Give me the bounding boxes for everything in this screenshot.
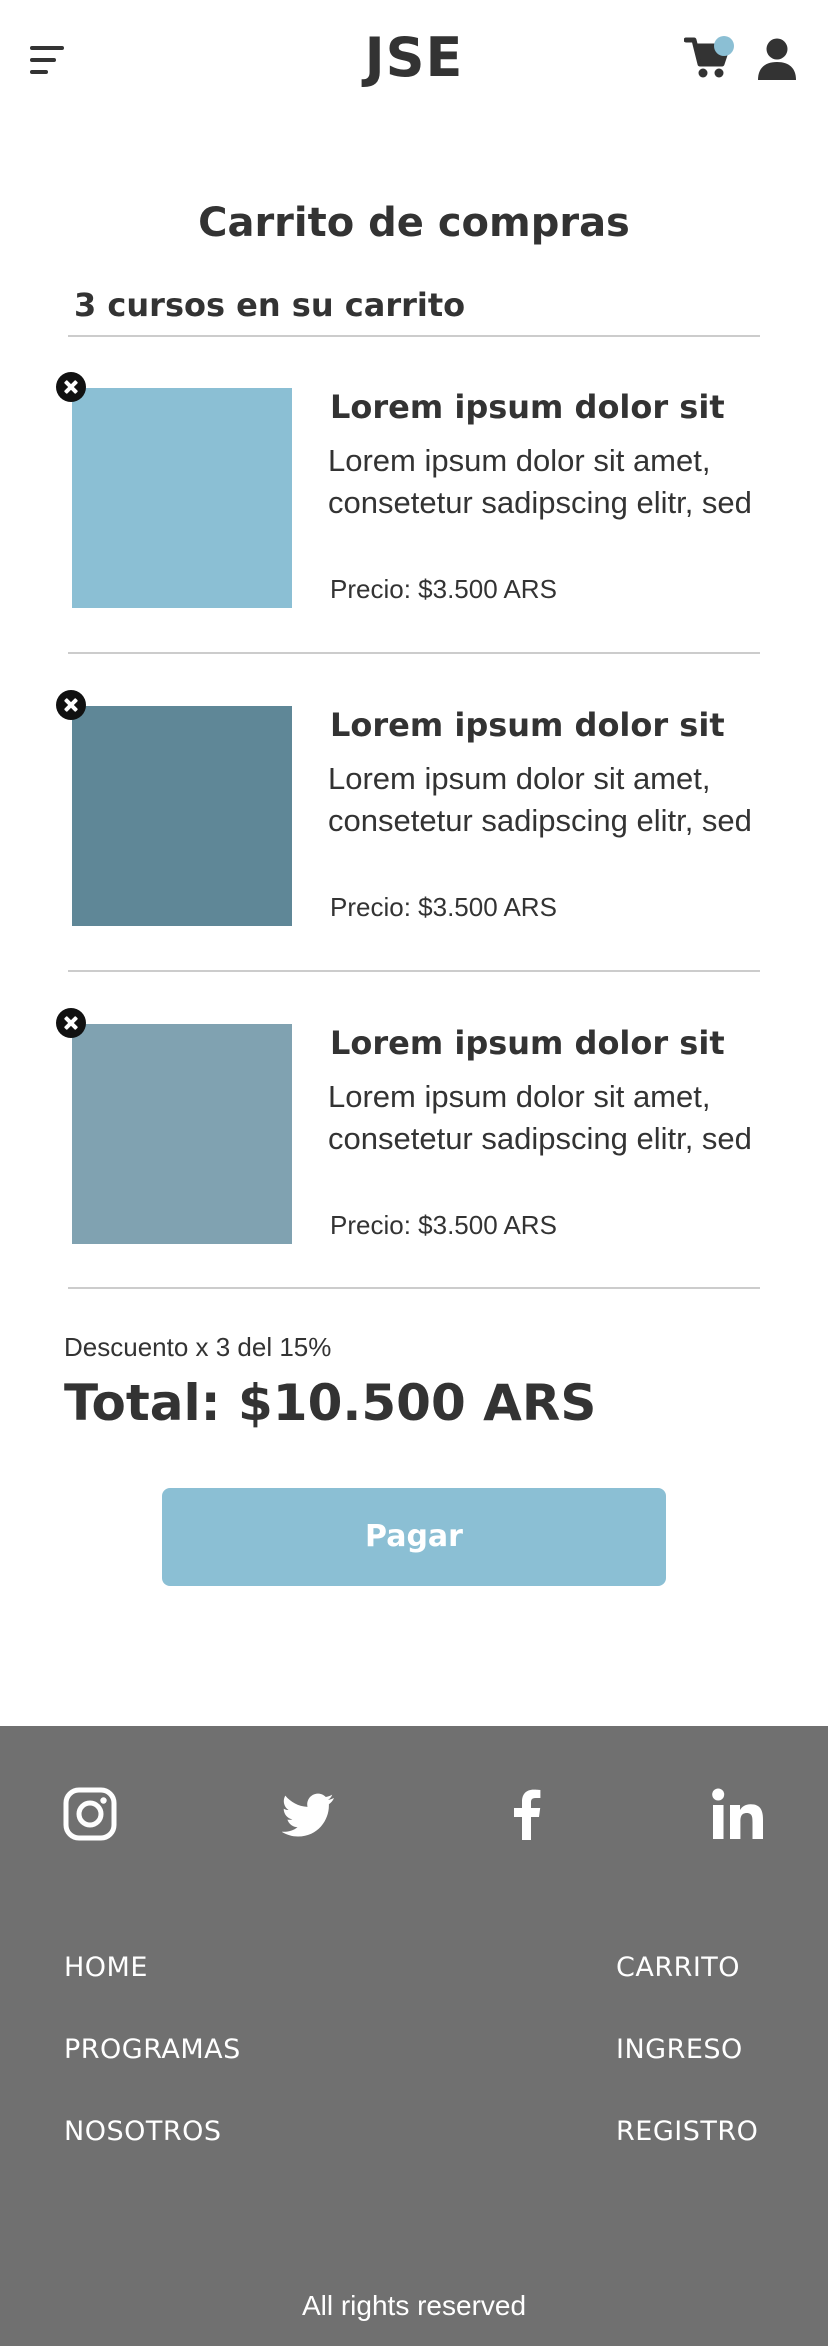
- course-description: Lorem ipsum dolor sit amet, consetetur s…: [328, 443, 752, 520]
- divider: [68, 652, 760, 654]
- copyright-text: All rights reserved: [301, 2290, 527, 2321]
- page-title: Carrito de compras: [198, 200, 630, 246]
- course-title[interactable]: Lorem ipsum dolor sit: [330, 706, 725, 744]
- footer-link-nosotros[interactable]: NOSOTROS: [64, 2116, 221, 2147]
- facebook-icon[interactable]: [500, 1786, 556, 1842]
- divider: [68, 1287, 760, 1289]
- cart-icon[interactable]: [683, 32, 736, 84]
- footer-link-carrito[interactable]: CARRITO: [616, 1952, 740, 1983]
- cart-count-label: 3 cursos en su carrito: [74, 286, 466, 324]
- course-price: Precio: $3.500 ARS: [330, 892, 557, 922]
- twitter-icon[interactable]: [282, 1786, 338, 1842]
- pay-button[interactable]: Pagar: [162, 1488, 666, 1586]
- course-description: Lorem ipsum dolor sit amet, consetetur s…: [328, 1079, 752, 1156]
- divider: [68, 335, 760, 337]
- header: JSE: [0, 0, 828, 120]
- cart-item: Lorem ipsum dolor sit Lorem ipsum dolor …: [0, 1008, 828, 1342]
- course-price: Precio: $3.500 ARS: [330, 574, 557, 604]
- course-price: Precio: $3.500 ARS: [330, 1210, 557, 1240]
- footer-link-ingreso[interactable]: INGRESO: [616, 2034, 743, 2065]
- discount-label: Descuento x 3 del 15%: [64, 1332, 332, 1362]
- remove-item-icon[interactable]: [56, 690, 86, 720]
- footer-link-home[interactable]: HOME: [64, 1952, 148, 1983]
- course-thumbnail[interactable]: [72, 706, 292, 926]
- cart-badge-dot: [714, 36, 734, 56]
- cart-item: Lorem ipsum dolor sit Lorem ipsum dolor …: [0, 372, 828, 706]
- course-thumbnail[interactable]: [72, 388, 292, 608]
- divider: [68, 970, 760, 972]
- linkedin-icon[interactable]: [710, 1786, 766, 1842]
- footer-link-programas[interactable]: PROGRAMAS: [64, 2034, 241, 2065]
- course-title[interactable]: Lorem ipsum dolor sit: [330, 1024, 725, 1062]
- footer-link-registro[interactable]: REGISTRO: [616, 2116, 758, 2147]
- course-title[interactable]: Lorem ipsum dolor sit: [330, 388, 725, 426]
- footer: HOME PROGRAMAS NOSOTROS CARRITO INGRESO …: [0, 1726, 828, 2346]
- course-description: Lorem ipsum dolor sit amet, consetetur s…: [328, 761, 752, 838]
- instagram-icon[interactable]: [62, 1786, 118, 1842]
- course-thumbnail[interactable]: [72, 1024, 292, 1244]
- cart-item: Lorem ipsum dolor sit Lorem ipsum dolor …: [0, 690, 828, 1024]
- remove-item-icon[interactable]: [56, 1008, 86, 1038]
- remove-item-icon[interactable]: [56, 372, 86, 402]
- total-label: Total: $10.500 ARS: [64, 1374, 597, 1432]
- user-icon[interactable]: [756, 38, 798, 82]
